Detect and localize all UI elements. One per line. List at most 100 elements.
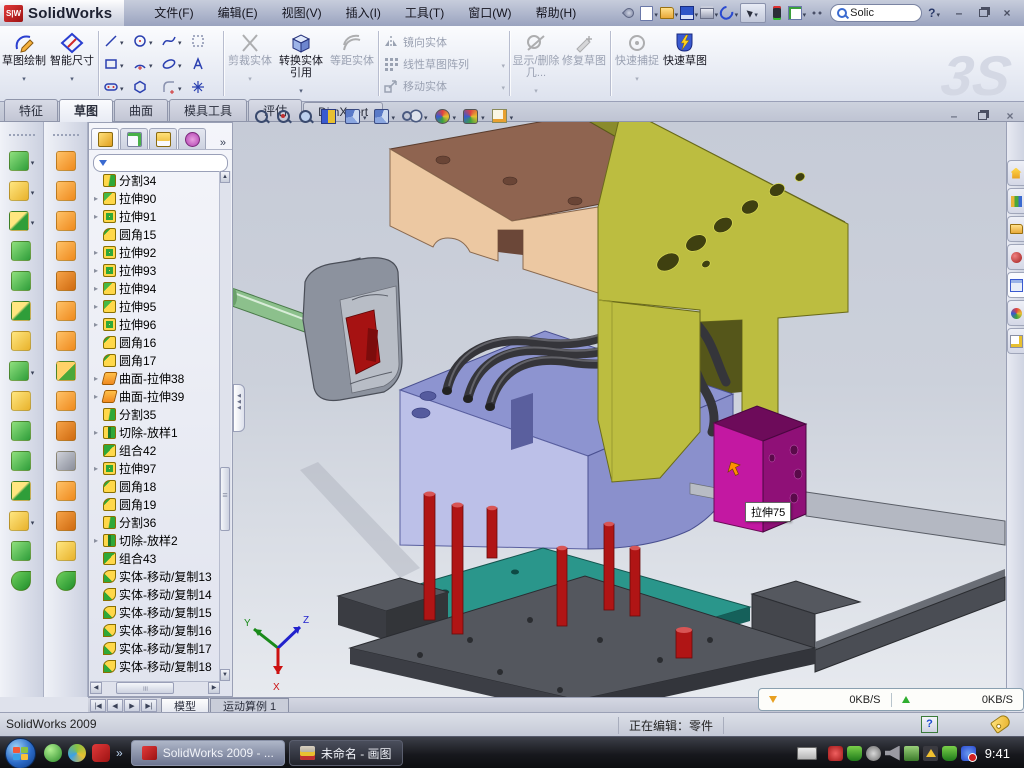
dropdown-caret-icon[interactable] (362, 107, 367, 125)
toolbar-button[interactable] (9, 511, 35, 531)
filter-input[interactable] (93, 154, 228, 172)
scroll-down-icon[interactable] (220, 669, 230, 681)
task-pane-tab[interactable] (1007, 244, 1024, 270)
tray-icon[interactable] (904, 746, 919, 761)
toolbar-button[interactable] (720, 4, 738, 22)
toolbar-button[interactable] (56, 451, 76, 471)
chevron-right-icon[interactable] (216, 137, 230, 149)
menu-item[interactable]: 帮助(H) (524, 1, 589, 26)
tray-icon[interactable] (923, 746, 938, 761)
dropdown-caret-icon[interactable] (802, 4, 807, 22)
dropdown-caret-icon[interactable] (423, 107, 428, 125)
start-button[interactable] (5, 738, 36, 768)
offset-entities-button[interactable]: 等距实体 (328, 28, 376, 99)
view-tool-button[interactable] (345, 107, 367, 125)
toolbar-button[interactable] (56, 541, 76, 561)
toolbar-button[interactable] (56, 271, 76, 291)
view-tool-button[interactable] (463, 107, 485, 125)
ribbon-tab[interactable]: 特征 (4, 99, 58, 121)
tag-icon[interactable] (990, 713, 1012, 734)
toolbar-button[interactable] (700, 4, 718, 22)
scrollbar-thumb[interactable] (220, 467, 230, 531)
dropdown-caret-icon[interactable] (480, 107, 485, 125)
dropdown-caret-icon[interactable] (391, 107, 396, 125)
tree-item[interactable]: 圆角18 (92, 477, 220, 495)
toolbar-button[interactable] (56, 181, 76, 201)
last-tab-button[interactable]: ▶| (141, 699, 157, 712)
view-tool-button[interactable] (435, 107, 457, 125)
tree-item[interactable]: 实体-移动/复制17 (92, 639, 220, 657)
graphics-viewport[interactable]: Y Z X (233, 122, 1006, 697)
tree-item[interactable]: ▸ 切除-放样1 (92, 423, 220, 441)
toolbar-button[interactable] (9, 211, 35, 231)
toolbar-button[interactable] (11, 571, 32, 591)
keyboard-layout-icon[interactable] (797, 747, 817, 760)
tree-item[interactable]: 圆角15 (92, 225, 220, 243)
dropdown-caret-icon[interactable] (674, 4, 679, 22)
expand-arrow-icon[interactable]: ▸ (92, 266, 100, 275)
toolbar-button[interactable] (56, 361, 76, 381)
toolbar-button[interactable] (640, 4, 658, 22)
toolbar-button[interactable] (56, 241, 76, 261)
help-button[interactable]: ? (926, 6, 942, 20)
toolbar-button[interactable] (11, 301, 32, 321)
dropdown-caret-icon[interactable] (452, 107, 457, 125)
scroll-right-icon[interactable] (208, 682, 220, 694)
expand-arrow-icon[interactable]: ▸ (92, 392, 100, 401)
toolbar-button[interactable] (11, 391, 32, 411)
task-pane-tab[interactable] (1007, 188, 1024, 214)
tray-icon[interactable] (961, 746, 976, 761)
spline-tool[interactable] (161, 29, 190, 52)
expand-arrow-icon[interactable]: ▸ (92, 320, 100, 329)
dropdown-caret-icon[interactable] (299, 80, 303, 98)
toolbar-button[interactable] (9, 361, 35, 381)
toolbar-button[interactable] (680, 4, 698, 22)
toolbar-button[interactable] (9, 181, 35, 201)
toolbar-button[interactable] (660, 4, 678, 22)
network-speed-widget[interactable]: 0KB/S 0KB/S (758, 688, 1024, 711)
tray-icon[interactable] (866, 746, 881, 761)
expand-arrow-icon[interactable]: ▸ (92, 284, 100, 293)
tree-item[interactable]: 实体-移动/复制13 (92, 567, 220, 585)
menu-item[interactable]: 编辑(E) (206, 1, 270, 26)
tree-item[interactable]: ▸ 拉伸93 (92, 261, 220, 279)
toolbar-button[interactable] (11, 481, 32, 501)
toolbar-button[interactable] (9, 151, 35, 171)
quick-launch-chevron-icon[interactable] (116, 746, 123, 760)
dropdown-caret-icon[interactable] (694, 4, 699, 22)
toolbar-button[interactable] (56, 151, 76, 171)
toolbar-button[interactable] (788, 4, 806, 22)
line-tool[interactable] (103, 29, 132, 52)
tree-item[interactable]: ▸ 拉伸91 (92, 207, 220, 225)
tree-item[interactable]: ▸ 曲面-拉伸38 (92, 369, 220, 387)
ribbon-tab[interactable]: 草图 (59, 99, 113, 122)
menu-item[interactable]: 工具(T) (393, 1, 456, 26)
menu-item[interactable]: 插入(I) (334, 1, 393, 26)
dropdown-caret-icon[interactable] (734, 4, 739, 22)
view-tool-button[interactable] (299, 110, 314, 123)
tree-item[interactable]: 实体-移动/复制16 (92, 621, 220, 639)
task-pane-tab[interactable] (1007, 216, 1024, 242)
tree-item[interactable]: ▸ 拉伸90 (92, 189, 220, 207)
doc-minimize-button[interactable]: – (945, 108, 963, 123)
tree-item[interactable]: ▸ 拉伸92 (92, 243, 220, 261)
tree-item[interactable]: 实体-移动/复制18 (92, 657, 220, 675)
next-tab-button[interactable]: ▶ (124, 699, 140, 712)
sketch-button[interactable]: 草图绘制 (0, 28, 48, 99)
panel-tab[interactable] (178, 128, 206, 149)
taskbar-window-button[interactable]: SolidWorks 2009 - ... (131, 740, 285, 766)
first-tab-button[interactable]: |◀ (90, 699, 106, 712)
scroll-up-icon[interactable] (220, 171, 230, 183)
toolbar-button[interactable] (56, 481, 76, 501)
taskbar-window-button[interactable]: 未命名 - 画图 (289, 740, 403, 766)
tray-icon[interactable] (885, 746, 900, 761)
quick-launch-icon[interactable] (68, 744, 86, 762)
toolbar-button[interactable] (11, 541, 32, 561)
tree-item[interactable]: ▸ 切除-放样2 (92, 531, 220, 549)
tree-item[interactable]: 圆角19 (92, 495, 220, 513)
toolbar-button[interactable] (56, 211, 76, 231)
panel-tab[interactable] (91, 128, 119, 149)
tree-item[interactable]: 圆角16 (92, 333, 220, 351)
fillet-tool[interactable] (161, 75, 190, 98)
tree-item[interactable]: ▸ 拉伸96 (92, 315, 220, 333)
